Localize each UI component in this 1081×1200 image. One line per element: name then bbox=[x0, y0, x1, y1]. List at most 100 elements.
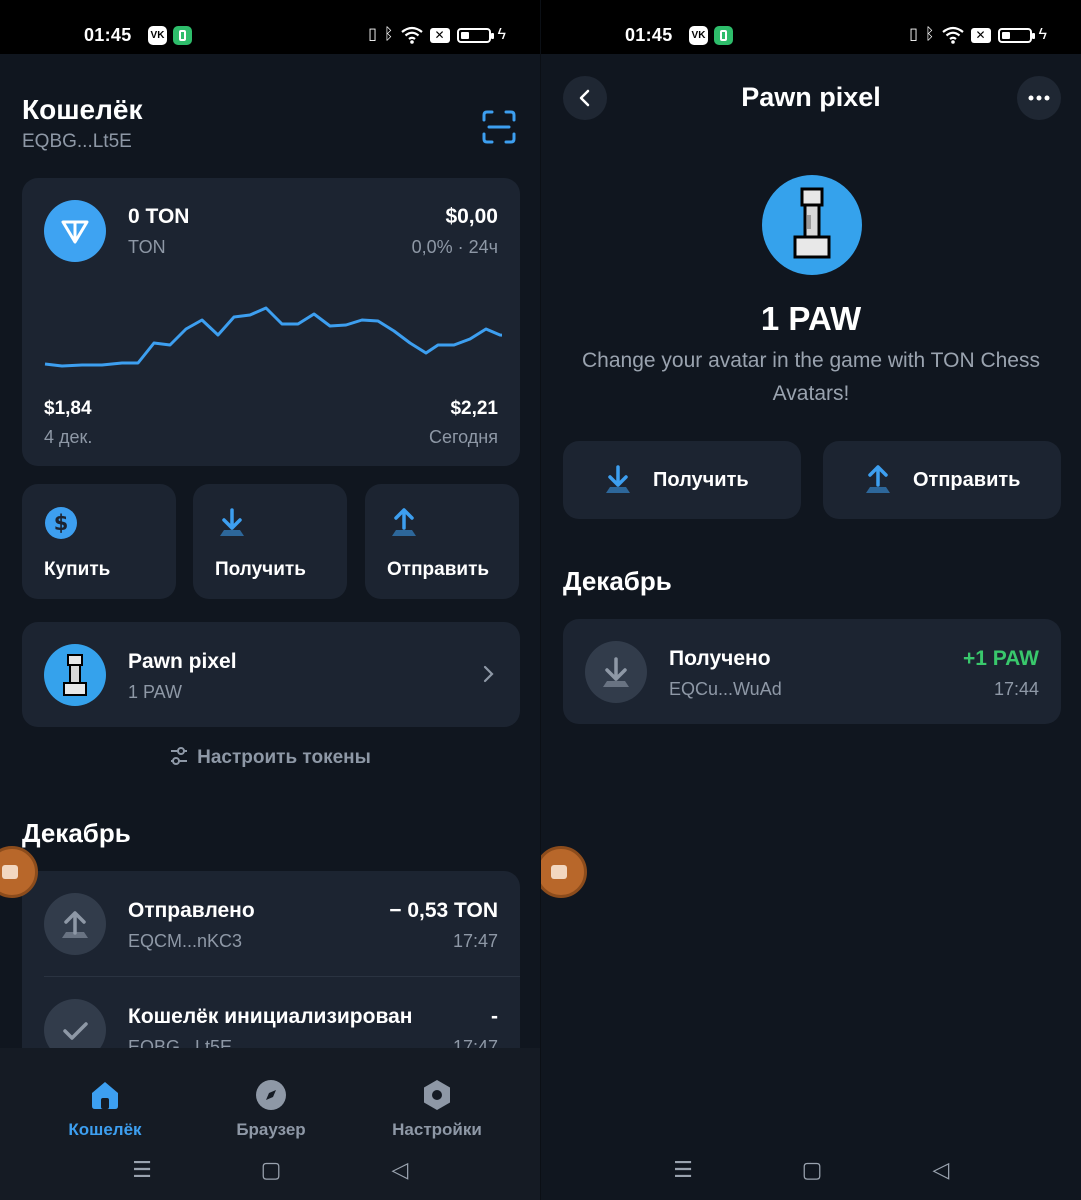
no-sim-icon: ✕ bbox=[429, 27, 450, 43]
arrow-up-icon bbox=[44, 893, 106, 955]
more-dots-icon bbox=[1028, 95, 1050, 101]
transaction-title: Получено bbox=[669, 647, 771, 670]
wallet-screen: 01:45 VK ▯ ᛒ ✕ ϟ Кошелёк EQBG...Lt5E 0 T… bbox=[0, 0, 540, 1200]
section-title-december: Декабрь bbox=[22, 818, 131, 848]
transaction-title: Кошелёк инициализирован bbox=[128, 1005, 413, 1028]
vk-notification-icon: VK bbox=[148, 26, 167, 45]
tab-settings[interactable]: Настройки bbox=[362, 1062, 512, 1139]
transaction-title: Отправлено bbox=[128, 899, 255, 922]
send-button[interactable]: Отправить bbox=[823, 441, 1061, 519]
ton-balance-card[interactable]: 0 TON TON $0,00 0,0% · 24ч $1,84 4 дек. … bbox=[22, 178, 520, 466]
receive-button[interactable]: Получить bbox=[193, 484, 347, 599]
chart-start-value: $1,84 bbox=[44, 398, 92, 419]
home-nav-icon[interactable]: ▢ bbox=[259, 1158, 283, 1182]
transaction-address: EQCM...nKC3 bbox=[128, 931, 243, 951]
buy-button[interactable]: $ Купить bbox=[22, 484, 176, 599]
wifi-icon bbox=[400, 26, 423, 44]
vibrate-icon: ▯ bbox=[368, 26, 377, 43]
price-chart-line bbox=[44, 306, 502, 368]
tab-wallet[interactable]: Кошелёк bbox=[30, 1062, 180, 1139]
pawn-pixel-avatar bbox=[44, 644, 106, 706]
send-label: Отправить bbox=[913, 469, 1021, 491]
scan-qr-icon[interactable] bbox=[481, 109, 517, 145]
transaction-row-sent[interactable]: Отправлено EQCM...nKC3 − 0,53 TON 17:47 bbox=[22, 871, 520, 976]
no-sim-icon: ✕ bbox=[970, 27, 991, 43]
battery-icon bbox=[456, 27, 494, 43]
vibrate-icon: ▯ bbox=[909, 26, 918, 43]
transaction-time: 17:44 bbox=[993, 679, 1039, 699]
token-amount: 1 PAW bbox=[760, 300, 862, 337]
back-nav-icon[interactable]: ◁ bbox=[929, 1158, 953, 1182]
token-screen: 01:45 VK ▯ ᛒ ✕ ϟ Pawn pixel 1 PAW Change… bbox=[541, 0, 1081, 1200]
more-button[interactable] bbox=[1017, 76, 1061, 120]
configure-tokens-link[interactable]: Настроить токены bbox=[0, 746, 540, 769]
token-name: Pawn pixel bbox=[128, 650, 237, 673]
charging-icon: ϟ bbox=[1038, 26, 1047, 43]
battery-icon bbox=[997, 27, 1035, 43]
menu-icon[interactable]: ☰ bbox=[671, 1158, 695, 1182]
gear-icon bbox=[424, 1080, 450, 1110]
chart-end-date: Сегодня bbox=[429, 427, 498, 447]
status-time: 01:45 bbox=[625, 25, 673, 45]
ton-symbol: TON bbox=[128, 237, 166, 257]
bluetooth-icon: ᛒ bbox=[924, 26, 935, 43]
arrow-up-icon bbox=[866, 465, 890, 493]
tab-bar: Кошелёк Браузер Настройки ☰ ▢ ◁ bbox=[0, 1048, 540, 1200]
arrow-down-icon bbox=[606, 465, 630, 493]
page-title: Кошелёк bbox=[22, 94, 143, 125]
arrow-down-icon bbox=[585, 641, 647, 703]
menu-icon[interactable]: ☰ bbox=[130, 1158, 154, 1182]
buy-label: Купить bbox=[44, 559, 111, 580]
ton-icon bbox=[44, 200, 106, 262]
app-notification-icon bbox=[173, 26, 192, 45]
price-chart bbox=[44, 306, 502, 368]
transaction-address: EQCu...WuAd bbox=[669, 679, 782, 699]
tab-wallet-label: Кошелёк bbox=[68, 1120, 142, 1139]
status-time: 01:45 bbox=[84, 25, 132, 45]
token-balance: 1 PAW bbox=[128, 682, 183, 702]
chart-start-date: 4 дек. bbox=[44, 427, 93, 447]
tab-browser[interactable]: Браузер bbox=[196, 1062, 346, 1139]
pawn-pixel-avatar bbox=[762, 175, 862, 275]
receive-button[interactable]: Получить bbox=[563, 441, 801, 519]
status-icons: ▯ ᛒ ✕ ϟ bbox=[368, 24, 506, 46]
screen-record-icon[interactable] bbox=[541, 846, 587, 898]
transaction-amount: − 0,53 TON bbox=[389, 899, 498, 922]
page-title: Pawn pixel bbox=[741, 82, 881, 112]
system-nav-bar: ☰ ▢ ◁ bbox=[541, 1140, 1081, 1200]
status-bar: 01:45 VK ▯ ᛒ ✕ ϟ bbox=[541, 0, 1081, 54]
back-nav-icon[interactable]: ◁ bbox=[388, 1158, 412, 1182]
token-row-pawn-pixel[interactable]: Pawn pixel 1 PAW bbox=[22, 622, 520, 727]
tab-settings-label: Настройки bbox=[392, 1120, 482, 1139]
bluetooth-icon: ᛒ bbox=[383, 26, 394, 43]
transaction-amount: - bbox=[491, 1005, 498, 1028]
send-button[interactable]: Отправить bbox=[365, 484, 519, 599]
arrow-down-icon bbox=[220, 508, 244, 536]
send-label: Отправить bbox=[387, 559, 490, 580]
transaction-row-received[interactable]: Получено EQCu...WuAd +1 PAW 17:44 bbox=[563, 619, 1061, 724]
home-icon bbox=[92, 1082, 118, 1109]
sliders-icon bbox=[171, 747, 188, 765]
wallet-address[interactable]: EQBG...Lt5E bbox=[22, 131, 132, 153]
section-title-december: Декабрь bbox=[563, 566, 672, 596]
svg-text:$: $ bbox=[54, 511, 69, 535]
chart-end-value: $2,21 bbox=[450, 398, 498, 419]
ton-amount: 0 TON bbox=[128, 205, 190, 228]
receive-label: Получить bbox=[653, 469, 749, 491]
status-icons: ▯ ᛒ ✕ ϟ bbox=[909, 24, 1047, 46]
ton-fiat-value: $0,00 bbox=[445, 205, 498, 228]
receive-label: Получить bbox=[215, 559, 306, 580]
configure-tokens-label: Настроить токены bbox=[197, 747, 371, 768]
home-nav-icon[interactable]: ▢ bbox=[800, 1158, 824, 1182]
compass-icon bbox=[256, 1080, 286, 1110]
status-bar: 01:45 VK ▯ ᛒ ✕ ϟ bbox=[0, 0, 540, 54]
system-nav-bar: ☰ ▢ ◁ bbox=[0, 1140, 540, 1200]
arrow-up-icon bbox=[392, 508, 416, 536]
chevron-right-icon bbox=[483, 665, 494, 683]
token-description: Change your avatar in the game with TON … bbox=[582, 349, 1040, 405]
charging-icon: ϟ bbox=[497, 26, 506, 43]
tab-browser-label: Браузер bbox=[236, 1120, 306, 1139]
transaction-amount: +1 PAW bbox=[962, 647, 1039, 670]
dollar-icon: $ bbox=[45, 507, 77, 539]
app-notification-icon bbox=[714, 26, 733, 45]
